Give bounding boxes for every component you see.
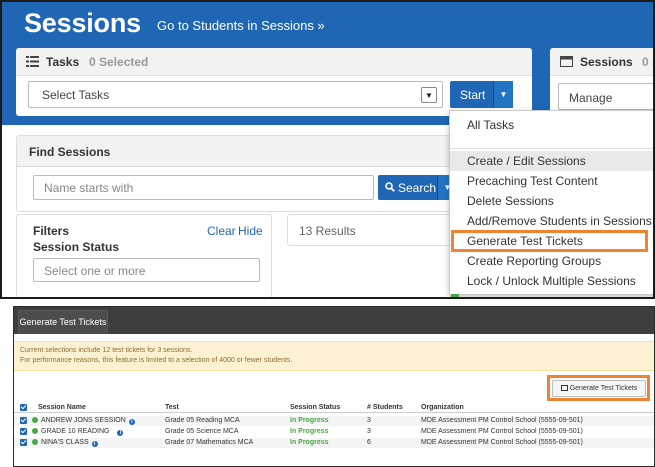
row-checkbox[interactable] bbox=[20, 417, 27, 424]
search-icon bbox=[385, 182, 395, 192]
students-cell: 3 bbox=[367, 417, 371, 424]
results-card: 13 Results bbox=[287, 214, 457, 246]
find-sessions-title: Find Sessions bbox=[29, 145, 111, 159]
session-status-cell: In Progress bbox=[290, 439, 329, 446]
row-checkbox[interactable] bbox=[20, 428, 27, 435]
students-cell: 6 bbox=[367, 439, 371, 446]
notice-line-limit: For performance reasons, this feature is… bbox=[20, 357, 293, 364]
start-dropdown-caret-icon[interactable]: ▼ bbox=[493, 81, 513, 108]
test-cell: Grade 07 Mathematics MCA bbox=[165, 439, 254, 446]
table-row[interactable]: GRADE 10 READING i Grade 05 Science MCA I… bbox=[14, 427, 654, 437]
manage-label: Manage bbox=[569, 91, 613, 105]
filters-card: Filters Clear Hide Session Status Select… bbox=[16, 214, 272, 297]
info-icon[interactable]: i bbox=[128, 419, 135, 425]
generate-test-tickets-highlight bbox=[451, 230, 648, 252]
sessions-card: Sessions 0 S Manage bbox=[550, 48, 653, 116]
test-cell: Grade 05 Science MCA bbox=[165, 428, 239, 435]
generate-test-tickets-panel: Generate Test Tickets Current selections… bbox=[13, 306, 655, 467]
sessions-card-header: Sessions 0 S bbox=[550, 48, 653, 76]
column-header-test[interactable]: Test bbox=[165, 403, 179, 413]
sessions-selected-count: 0 S bbox=[642, 55, 653, 69]
session-name: ANDREW JONS SESSION bbox=[41, 417, 126, 424]
status-dot-icon bbox=[32, 439, 38, 445]
manage-dropdown[interactable]: Manage bbox=[558, 83, 653, 110]
menu-item-lock-unlock-sessions[interactable]: Lock / Unlock Multiple Sessions bbox=[450, 271, 653, 291]
select-all-checkbox[interactable] bbox=[20, 404, 27, 411]
info-icon[interactable]: i bbox=[117, 430, 124, 436]
list-icon bbox=[26, 56, 39, 67]
table-row[interactable]: ANDREW JONS SESSION i Grade 05 Reading MC… bbox=[14, 416, 654, 426]
window-icon bbox=[560, 56, 573, 67]
search-label: Search bbox=[398, 181, 437, 195]
tab-bar: Generate Test Tickets bbox=[14, 307, 654, 334]
tab-generate-test-tickets[interactable]: Generate Test Tickets bbox=[18, 310, 108, 334]
sessions-page-panel: Sessions Go to Students in Sessions » Ta… bbox=[0, 0, 655, 299]
table-header-row: Session Name Test Session Status # Stude… bbox=[14, 403, 654, 413]
session-name-cell: GRADE 10 READING i bbox=[32, 427, 124, 437]
menu-item-create-edit-sessions[interactable]: Create / Edit Sessions bbox=[450, 151, 653, 171]
menu-item-delete-sessions[interactable]: Delete Sessions bbox=[450, 191, 653, 211]
status-dot-icon bbox=[32, 417, 38, 423]
clear-filters-link[interactable]: Clear bbox=[207, 224, 236, 238]
session-name-cell: NINA'S CLASS i bbox=[32, 438, 98, 448]
menu-item-all-tasks[interactable]: All Tasks bbox=[450, 115, 653, 135]
menu-item-add-remove-students[interactable]: Add/Remove Students in Sessions bbox=[450, 211, 653, 231]
sessions-card-title: Sessions bbox=[580, 55, 633, 69]
organization-cell: MDE Assessment PM Control School (5555-0… bbox=[421, 417, 583, 424]
column-header-organization[interactable]: Organization bbox=[421, 403, 464, 413]
menu-item-precaching-test-content[interactable]: Precaching Test Content bbox=[450, 171, 653, 191]
menu-item-create-reporting-groups[interactable]: Create Reporting Groups bbox=[450, 251, 653, 271]
table-row[interactable]: NINA'S CLASS i Grade 07 Mathematics MCA I… bbox=[14, 438, 654, 448]
column-header-students[interactable]: # Students bbox=[367, 403, 403, 413]
start-label: Start bbox=[460, 88, 486, 102]
session-status-cell: In Progress bbox=[290, 417, 329, 424]
go-to-students-link[interactable]: Go to Students in Sessions » bbox=[157, 18, 325, 33]
select-tasks-placeholder: Select Tasks bbox=[42, 88, 110, 102]
filters-title: Filters bbox=[33, 224, 70, 238]
tasks-title: Tasks bbox=[46, 55, 80, 69]
find-sessions-header: Find Sessions bbox=[17, 136, 455, 167]
start-button[interactable]: Start ▼ bbox=[450, 81, 513, 108]
hide-filters-link[interactable]: Hide bbox=[238, 224, 263, 238]
results-count: 13 Results bbox=[299, 224, 356, 238]
chevron-down-icon[interactable]: ▼ bbox=[421, 87, 437, 103]
session-status-label: Session Status bbox=[33, 240, 120, 254]
search-button[interactable]: Search ▼ bbox=[378, 175, 457, 200]
tasks-dropdown-menu: All Tasks Create / Edit Sessions Precach… bbox=[449, 110, 653, 295]
organization-cell: MDE Assessment PM Control School (5555-0… bbox=[421, 439, 583, 446]
tasks-card-header: Tasks 0 Selected bbox=[16, 48, 532, 76]
menu-divider bbox=[450, 148, 653, 149]
tasks-selected-count: 0 Selected bbox=[89, 55, 149, 69]
notice-line-selection: Current selections include 12 test ticke… bbox=[20, 347, 193, 354]
tasks-card: Tasks 0 Selected Select Tasks ▼ Start ▼ bbox=[16, 48, 532, 116]
session-name: NINA'S CLASS bbox=[41, 439, 89, 446]
info-icon[interactable]: i bbox=[91, 441, 98, 447]
test-cell: Grade 05 Reading MCA bbox=[165, 417, 240, 424]
column-header-session-name[interactable]: Session Name bbox=[38, 403, 86, 413]
students-cell: 3 bbox=[367, 428, 371, 435]
organization-cell: MDE Assessment PM Control School (5555-0… bbox=[421, 428, 583, 435]
session-name: GRADE 10 READING bbox=[41, 428, 110, 435]
session-status-cell: In Progress bbox=[290, 428, 329, 435]
session-name-cell: ANDREW JONS SESSION i bbox=[32, 416, 135, 426]
row-checkbox[interactable] bbox=[20, 439, 27, 446]
generate-button-highlight bbox=[547, 375, 650, 401]
column-header-session-status[interactable]: Session Status bbox=[290, 403, 340, 413]
selection-notice: Current selections include 12 test ticke… bbox=[14, 341, 654, 371]
select-tasks-dropdown[interactable]: Select Tasks ▼ bbox=[28, 81, 443, 108]
session-status-select[interactable]: Select one or more bbox=[33, 258, 260, 282]
name-search-input[interactable]: Name starts with bbox=[33, 175, 374, 200]
status-green-fragment bbox=[451, 294, 459, 297]
page-title: Sessions bbox=[24, 8, 141, 38]
find-sessions-card: Find Sessions Name starts with Search ▼ bbox=[16, 135, 457, 212]
status-dot-icon bbox=[32, 428, 38, 434]
